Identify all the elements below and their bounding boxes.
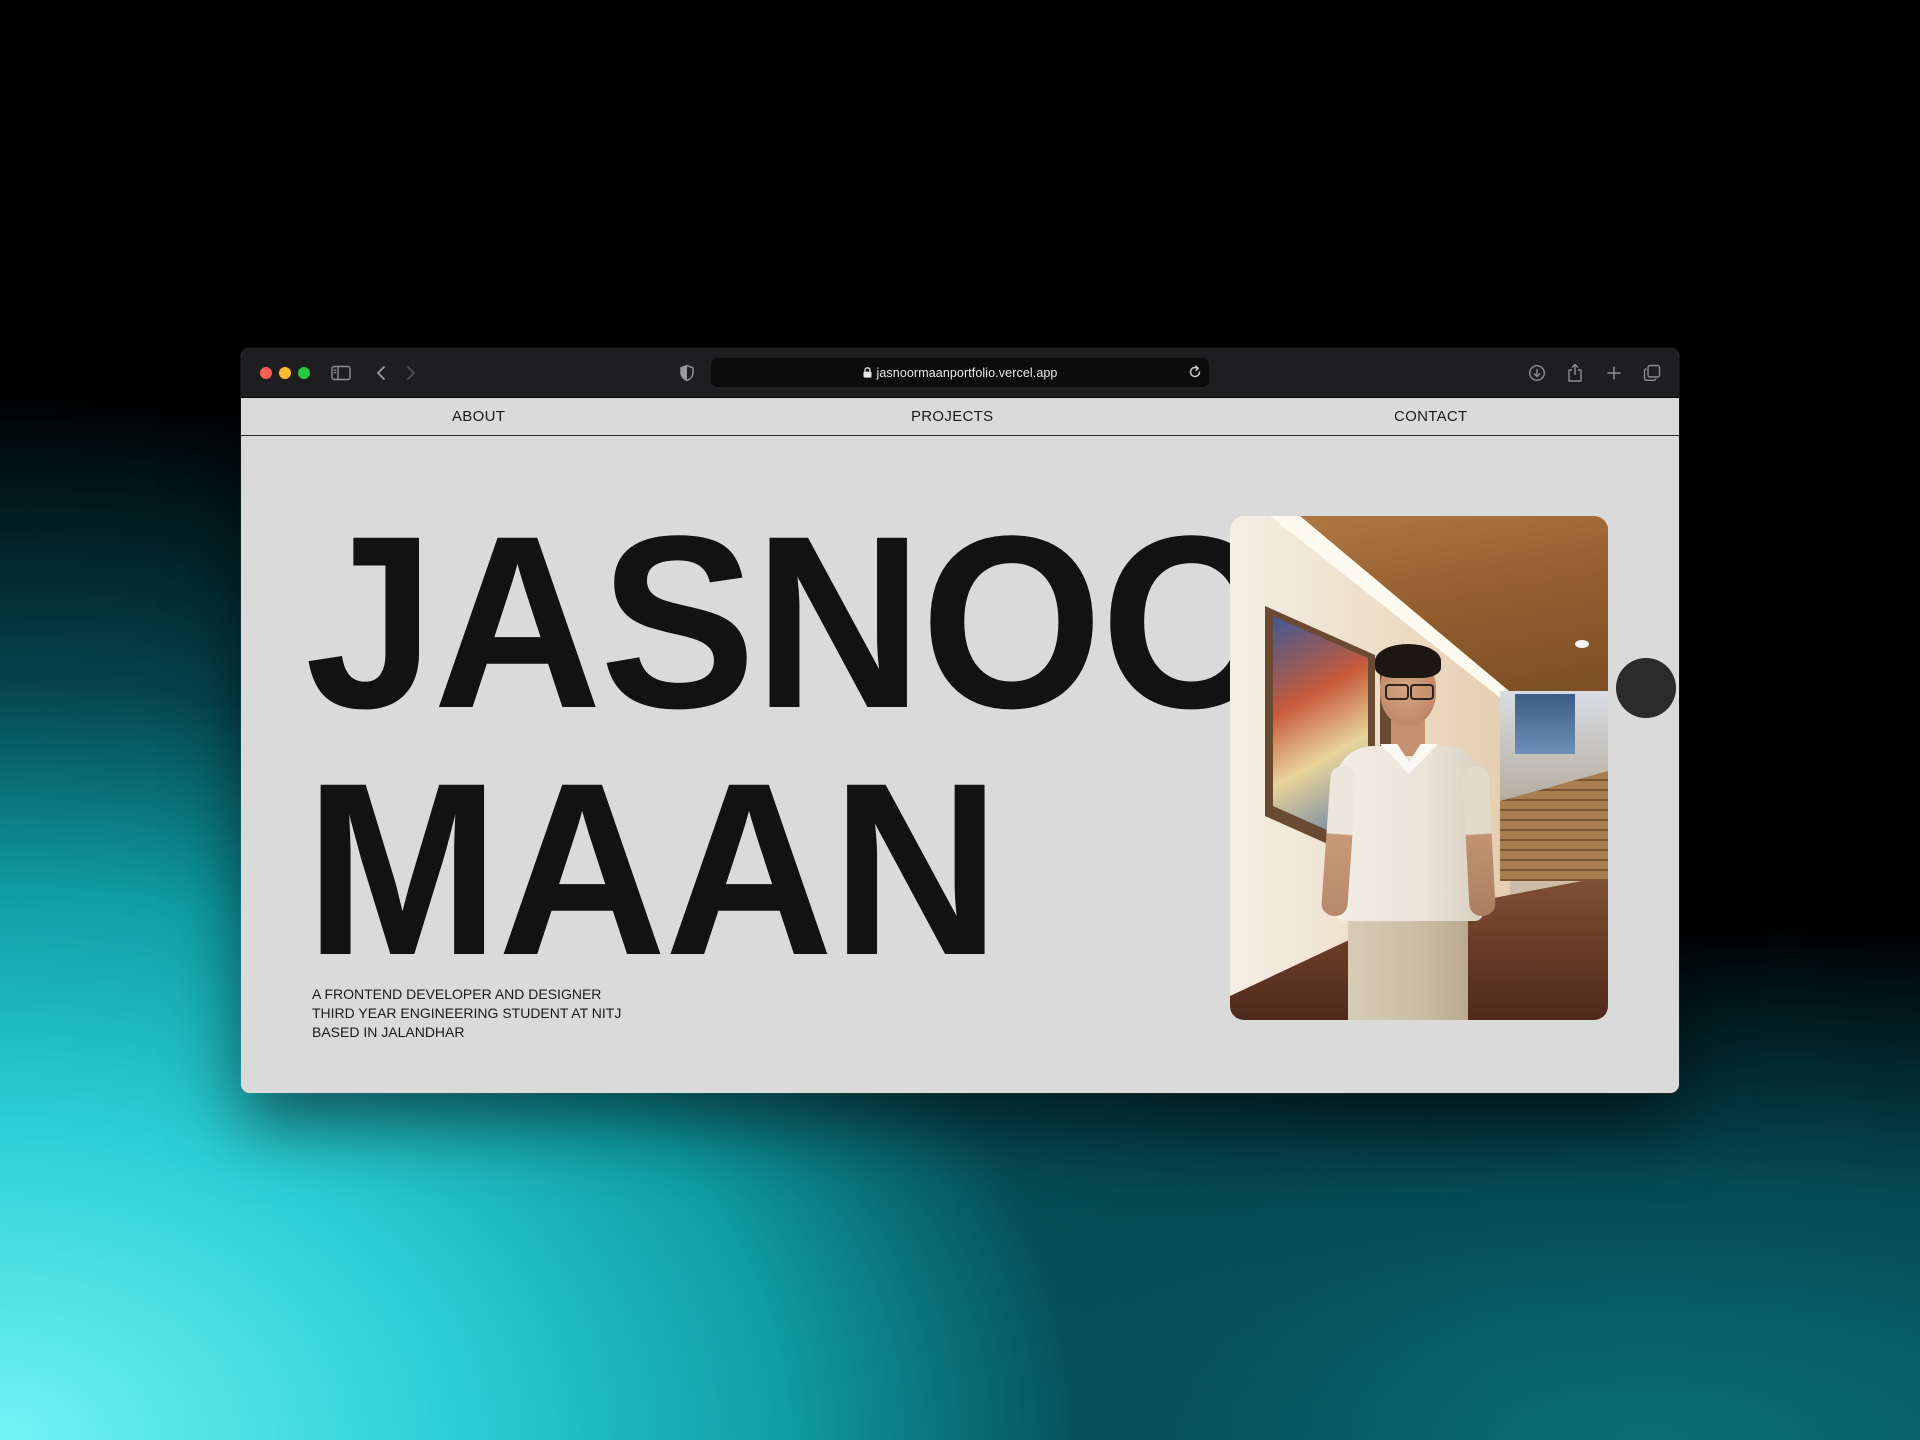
portfolio-page: ABOUT PROJECTS CONTACT JASNOOR MAAN A FR… xyxy=(241,398,1679,1093)
close-window-button[interactable] xyxy=(260,367,272,379)
download-icon[interactable] xyxy=(1525,361,1549,385)
forward-icon[interactable] xyxy=(399,361,423,385)
address-bar[interactable]: jasnoormaanportfolio.vercel.app xyxy=(711,358,1209,387)
sidebar-icon[interactable] xyxy=(329,361,353,385)
bio-line-location: BASED IN JALANDHAR xyxy=(312,1024,465,1040)
cursor-follower-dot xyxy=(1616,658,1676,718)
new-tab-icon[interactable] xyxy=(1602,361,1626,385)
zoom-window-button[interactable] xyxy=(298,367,310,379)
top-navigation: ABOUT PROJECTS CONTACT xyxy=(241,398,1679,436)
lock-icon xyxy=(863,363,872,382)
reload-icon[interactable] xyxy=(1187,364,1203,384)
tabs-overview-icon[interactable] xyxy=(1640,361,1664,385)
hero-bio: A FRONTEND DEVELOPER AND DESIGNER THIRD … xyxy=(312,985,621,1042)
minimize-window-button[interactable] xyxy=(279,367,291,379)
url-text: jasnoormaanportfolio.vercel.app xyxy=(876,365,1058,380)
hero-last-name: MAAN xyxy=(305,732,1000,1007)
browser-toolbar: jasnoormaanportfolio.vercel.app xyxy=(241,348,1679,398)
bio-line-role: A FRONTEND DEVELOPER AND DESIGNER xyxy=(312,986,602,1002)
share-icon[interactable] xyxy=(1563,361,1587,385)
bio-line-education: THIRD YEAR ENGINEERING STUDENT AT NITJ xyxy=(312,1005,622,1021)
nav-projects-link[interactable]: PROJECTS xyxy=(911,408,993,425)
back-icon[interactable] xyxy=(369,361,393,385)
nav-about-link[interactable]: ABOUT xyxy=(452,408,505,425)
shield-icon[interactable] xyxy=(675,361,699,385)
nav-contact-link[interactable]: CONTACT xyxy=(1394,408,1467,425)
portrait-photo xyxy=(1230,516,1608,1020)
browser-window: jasnoormaanportfolio.vercel.app ABOUT PR… xyxy=(241,348,1679,1093)
